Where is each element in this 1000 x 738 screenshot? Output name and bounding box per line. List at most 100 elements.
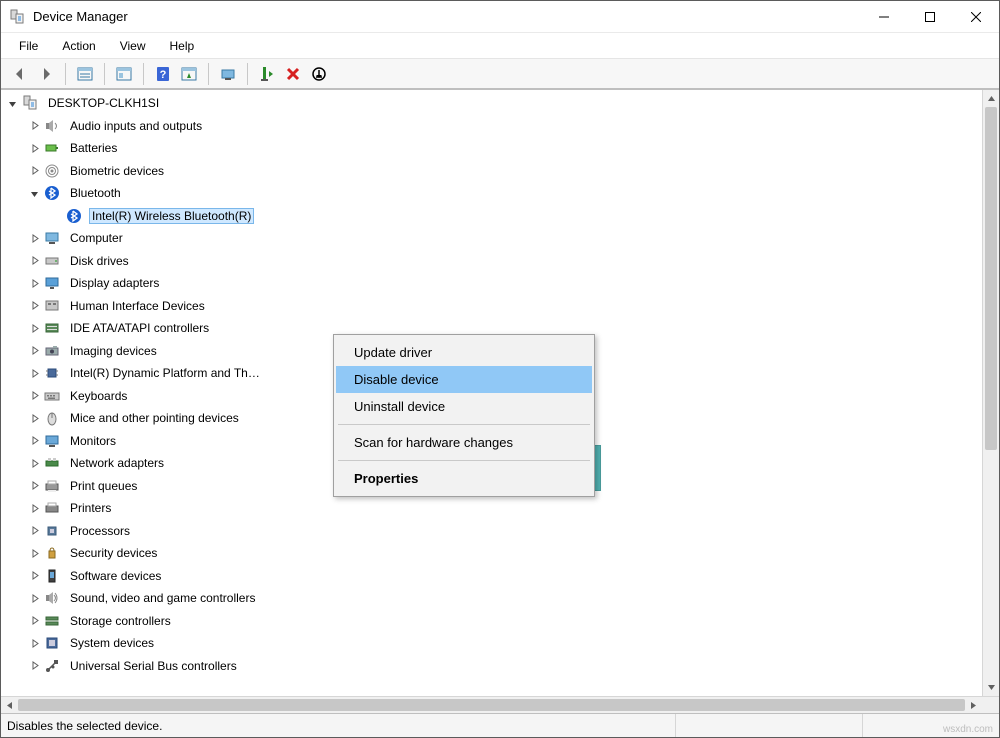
tree-category[interactable]: Processors [1, 520, 982, 543]
expand-toggle[interactable] [27, 456, 41, 470]
scroll-right-button[interactable] [965, 697, 982, 713]
expand-toggle[interactable] [27, 546, 41, 560]
expand-toggle[interactable] [27, 479, 41, 493]
context-menu-item[interactable]: Disable device [336, 366, 592, 393]
menu-view[interactable]: View [110, 35, 156, 57]
category-label: Monitors [67, 433, 119, 449]
menu-help[interactable]: Help [160, 35, 205, 57]
expand-toggle[interactable] [27, 501, 41, 515]
tree-category[interactable]: Biometric devices [1, 160, 982, 183]
horizontal-scrollbar[interactable] [1, 697, 982, 713]
cpu-icon [43, 523, 61, 539]
tree-category[interactable]: Human Interface Devices [1, 295, 982, 318]
tree-category[interactable]: Computer [1, 227, 982, 250]
properties-button[interactable] [111, 62, 137, 86]
expand-toggle[interactable] [27, 411, 41, 425]
tree-category[interactable]: Security devices [1, 542, 982, 565]
show-hide-tree-button[interactable] [72, 62, 98, 86]
scroll-thumb[interactable] [985, 107, 997, 450]
expand-toggle[interactable] [27, 591, 41, 605]
category-label: Imaging devices [67, 343, 160, 359]
titlebar: Device Manager [1, 1, 999, 33]
category-label: Sound, video and game controllers [67, 590, 258, 606]
back-button[interactable] [7, 62, 33, 86]
chip-icon [43, 365, 61, 381]
uninstall-device-button[interactable] [280, 62, 306, 86]
forward-button[interactable] [33, 62, 59, 86]
expand-toggle[interactable] [27, 254, 41, 268]
scroll-down-button[interactable] [983, 679, 999, 696]
tree-category[interactable]: Storage controllers [1, 610, 982, 633]
app-icon [9, 9, 25, 25]
attribution-text: wsxdn.com [943, 724, 993, 735]
menubar: File Action View Help [1, 33, 999, 59]
category-label: Software devices [67, 568, 164, 584]
expand-toggle[interactable] [27, 524, 41, 538]
close-button[interactable] [953, 1, 999, 32]
tree-category[interactable]: Universal Serial Bus controllers [1, 655, 982, 678]
expand-toggle[interactable] [27, 659, 41, 673]
category-label: Processors [67, 523, 133, 539]
category-label: Keyboards [67, 388, 130, 404]
maximize-button[interactable] [907, 1, 953, 32]
expand-toggle[interactable] [5, 96, 19, 110]
tree-category[interactable]: Printers [1, 497, 982, 520]
context-menu-item[interactable]: Properties [336, 465, 592, 492]
tree-category[interactable]: Bluetooth [1, 182, 982, 205]
context-menu-separator [338, 460, 590, 461]
tree-category[interactable]: Software devices [1, 565, 982, 588]
category-label: Biometric devices [67, 163, 167, 179]
category-label: Disk drives [67, 253, 132, 269]
context-menu-separator [338, 424, 590, 425]
expand-toggle[interactable] [27, 276, 41, 290]
scroll-up-button[interactable] [983, 90, 999, 107]
minimize-button[interactable] [861, 1, 907, 32]
tree-category[interactable]: Display adapters [1, 272, 982, 295]
enable-device-button[interactable] [254, 62, 280, 86]
category-label: Network adapters [67, 455, 167, 471]
expand-toggle[interactable] [27, 569, 41, 583]
security-icon [43, 545, 61, 561]
expand-toggle[interactable] [27, 614, 41, 628]
tree-root[interactable]: DESKTOP-CLKH1SI [1, 92, 982, 115]
scan-hardware-button[interactable] [176, 62, 202, 86]
tree-category[interactable]: Sound, video and game controllers [1, 587, 982, 610]
ide-icon [43, 320, 61, 336]
root-label: DESKTOP-CLKH1SI [45, 95, 162, 111]
vertical-scrollbar[interactable] [982, 90, 999, 696]
tree-category[interactable]: Disk drives [1, 250, 982, 273]
expand-toggle[interactable] [27, 231, 41, 245]
tree-category[interactable]: Batteries [1, 137, 982, 160]
expand-toggle[interactable] [27, 434, 41, 448]
expand-toggle[interactable] [27, 299, 41, 313]
update-driver-button[interactable] [215, 62, 241, 86]
disable-device-button[interactable] [306, 62, 332, 86]
tree-category[interactable]: Audio inputs and outputs [1, 115, 982, 138]
expand-toggle[interactable] [27, 344, 41, 358]
expand-toggle[interactable] [27, 119, 41, 133]
hscroll-thumb[interactable] [18, 699, 965, 711]
expand-toggle[interactable] [27, 636, 41, 650]
expand-toggle[interactable] [27, 141, 41, 155]
context-menu-item[interactable]: Scan for hardware changes [336, 429, 592, 456]
context-menu-item[interactable]: Update driver [336, 339, 592, 366]
horizontal-scroll-row [1, 696, 999, 713]
expand-toggle[interactable] [27, 321, 41, 335]
expand-toggle[interactable] [27, 389, 41, 403]
category-label: Security devices [67, 545, 160, 561]
tree-category[interactable]: System devices [1, 632, 982, 655]
scroll-left-button[interactable] [1, 697, 18, 713]
expand-toggle[interactable] [27, 186, 41, 200]
fingerprint-icon [43, 163, 61, 179]
expand-toggle[interactable] [27, 164, 41, 178]
monitor-icon [43, 433, 61, 449]
tree-device[interactable]: Intel(R) Wireless Bluetooth(R) [1, 205, 982, 228]
context-menu-item[interactable]: Uninstall device [336, 393, 592, 420]
menu-file[interactable]: File [9, 35, 48, 57]
help-button[interactable]: ? [150, 62, 176, 86]
expand-toggle[interactable] [27, 366, 41, 380]
bluetooth-icon [65, 208, 83, 224]
category-label: Human Interface Devices [67, 298, 208, 314]
menu-action[interactable]: Action [52, 35, 105, 57]
category-label: Universal Serial Bus controllers [67, 658, 240, 674]
